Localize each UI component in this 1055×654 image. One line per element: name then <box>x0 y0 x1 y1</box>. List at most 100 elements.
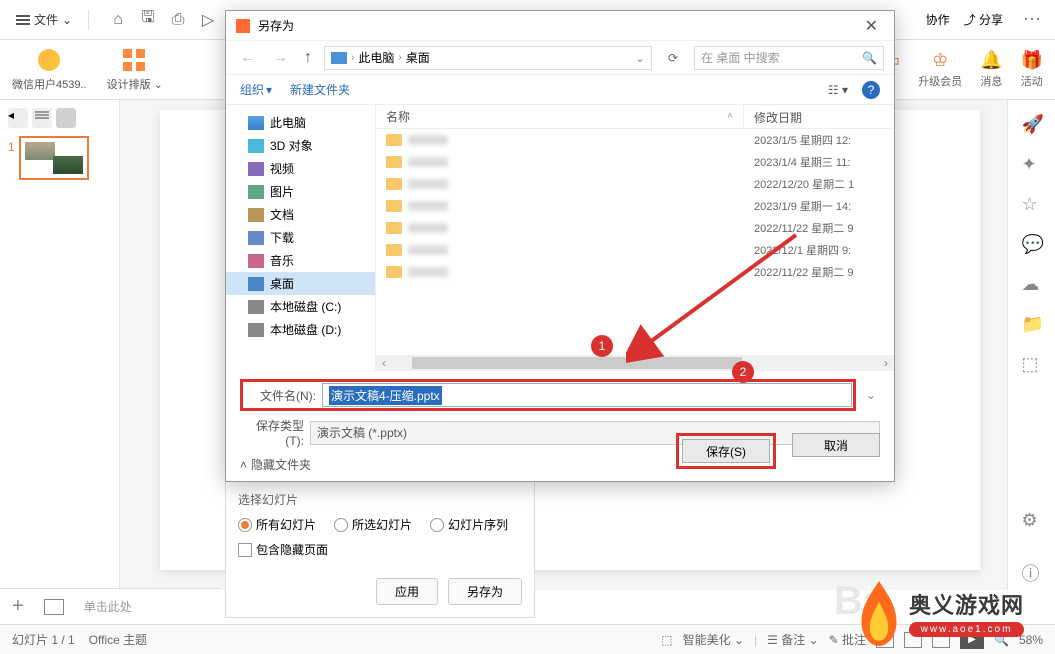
file-date: 2023/1/4 星期三 11: <box>744 154 894 170</box>
path-pc[interactable]: 此电脑 <box>358 49 394 66</box>
col-name-header[interactable]: 名称˄ <box>376 105 744 128</box>
marker-2: 2 <box>732 361 754 383</box>
logo-url: www.aoe1.com <box>909 622 1024 637</box>
close-button[interactable]: ✕ <box>859 16 884 36</box>
share-icon[interactable]: ⤴ 分享 <box>964 11 1003 28</box>
message-button[interactable]: 🔔消息 <box>980 50 1002 89</box>
file-list-panel: 名称˄ 修改日期 2023/1/5 星期四 12: 2023/1/4 星期三 11… <box>376 105 894 371</box>
view-mode-icon[interactable]: ☷ ▾ <box>828 83 848 97</box>
slide-sequence-radio[interactable]: 幻灯片序列 <box>430 516 508 533</box>
sparkle-icon[interactable]: ✦ <box>1022 154 1042 174</box>
horizontal-scrollbar[interactable]: ‹ › <box>376 355 894 371</box>
blurred-filename <box>408 223 448 233</box>
preview-icon[interactable]: ▷ <box>199 11 217 29</box>
path-dropdown-icon[interactable]: ⌄ <box>635 51 645 65</box>
home-icon[interactable]: ⌂ <box>109 11 127 29</box>
search-icon: 🔍 <box>862 51 877 65</box>
filename-dropdown-icon[interactable]: ⌄ <box>862 388 880 402</box>
star-icon[interactable]: ☆ <box>1022 194 1042 214</box>
blurred-filename <box>408 135 448 145</box>
saveas-button[interactable]: 另存为 <box>448 578 522 605</box>
refresh-icon[interactable]: ⟳ <box>660 51 686 65</box>
outline-icon[interactable] <box>44 599 64 615</box>
right-toolbar: 协作 ⤴ 分享 ⋯ <box>926 9 1047 30</box>
blurred-filename <box>408 179 448 189</box>
file-menu[interactable]: 文件 ⌄ <box>8 7 80 32</box>
file-row[interactable]: 2022/12/1 星期四 9: <box>376 239 894 261</box>
more-icon[interactable]: ⋯ <box>1017 9 1047 30</box>
organize-menu[interactable]: 组织 ▾ <box>240 81 272 98</box>
list-view-btn[interactable] <box>32 108 52 128</box>
smart-beautify[interactable]: 智能美化 ⌄ <box>683 631 744 648</box>
cube-icon[interactable]: ⬚ <box>1022 354 1042 374</box>
app-icon <box>236 19 250 33</box>
selected-slides-radio[interactable]: 所选幻灯片 <box>334 516 412 533</box>
disk-icon <box>248 323 264 337</box>
forward-icon[interactable]: → <box>268 49 292 67</box>
tree-pc[interactable]: 此电脑 <box>226 111 375 134</box>
video-icon <box>248 162 264 176</box>
folder-icon[interactable]: 📁 <box>1022 314 1042 334</box>
hamburger-icon <box>16 15 30 25</box>
path-bar[interactable]: › 此电脑 › 桌面 ⌄ <box>324 46 652 70</box>
tree-pic[interactable]: 图片 <box>226 180 375 203</box>
file-date: 2023/1/5 星期四 12: <box>744 132 894 148</box>
scroll-right-icon[interactable]: › <box>878 356 894 370</box>
slide-thumbnail <box>19 136 89 180</box>
file-list[interactable]: 2023/1/5 星期四 12: 2023/1/4 星期三 11: 2022/12/… <box>376 129 894 355</box>
file-row[interactable]: 2023/1/9 星期一 14: <box>376 195 894 217</box>
gift-icon: 🎁 <box>1021 50 1043 71</box>
add-slide-btn[interactable]: + <box>12 595 24 618</box>
file-row[interactable]: 2022/11/22 星期二 9 <box>376 261 894 283</box>
tree-download[interactable]: 下载 <box>226 226 375 249</box>
include-hidden-checkbox[interactable]: 包含隐藏页面 <box>238 541 328 558</box>
wechat-user[interactable]: 微信用户4539.. <box>12 48 87 92</box>
cube-status-icon[interactable]: ⬚ <box>661 633 672 647</box>
all-slides-radio[interactable]: 所有幻灯片 <box>238 516 316 533</box>
help-icon[interactable]: ? <box>862 81 880 99</box>
outline-view-btn[interactable]: ◂ <box>8 108 28 128</box>
design-icon <box>123 48 147 72</box>
file-row[interactable]: 2022/12/20 星期二 1 <box>376 173 894 195</box>
search-placeholder: 在 桌面 中搜索 <box>701 49 780 66</box>
back-icon[interactable]: ← <box>236 49 260 67</box>
scroll-thumb[interactable] <box>412 357 742 369</box>
settings-icon[interactable]: ⚙ <box>1022 510 1042 530</box>
chat-icon[interactable]: 💬 <box>1022 234 1042 254</box>
filename-field[interactable]: 演示文稿4-压缩.pptx <box>322 383 852 407</box>
tree-desktop[interactable]: 桌面 <box>226 272 375 295</box>
slide-thumb-1[interactable]: 1 <box>8 136 111 180</box>
search-input[interactable]: 在 桌面 中搜索 🔍 <box>694 46 884 70</box>
dialog-toolbar: 组织 ▾ 新建文件夹 ☷ ▾ ? <box>226 75 894 105</box>
upgrade-button[interactable]: ♔升级会员 <box>918 50 962 89</box>
file-row[interactable]: 2022/11/22 星期二 9 <box>376 217 894 239</box>
tree-diskd[interactable]: 本地磁盘 (D:) <box>226 318 375 341</box>
pc-icon <box>331 52 347 64</box>
save-button[interactable]: 保存(S) <box>682 439 770 463</box>
scroll-left-icon[interactable]: ‹ <box>376 356 392 370</box>
path-desktop[interactable]: 桌面 <box>406 49 430 66</box>
tree-diskc[interactable]: 本地磁盘 (C:) <box>226 295 375 318</box>
cloud-icon[interactable]: ☁ <box>1022 274 1042 294</box>
save-icon[interactable]: 🖫 <box>139 11 157 29</box>
thumb-view-btn[interactable] <box>56 108 76 128</box>
remarks-btn[interactable]: ☰ 备注 ⌄ <box>767 631 819 648</box>
rocket-icon[interactable]: 🚀 <box>1022 114 1042 134</box>
activity-button[interactable]: 🎁活动 <box>1021 50 1043 89</box>
dialog-titlebar: 另存为 ✕ <box>226 11 894 41</box>
coop-label[interactable]: 协作 <box>926 11 950 28</box>
tree-music[interactable]: 音乐 <box>226 249 375 272</box>
print-icon[interactable]: ⎙ <box>169 11 187 29</box>
design-layout[interactable]: 设计排版 ⌄ <box>107 48 163 92</box>
cancel-button[interactable]: 取消 <box>792 433 880 457</box>
radio-on-icon <box>238 518 252 532</box>
tree-3d[interactable]: 3D 对象 <box>226 134 375 157</box>
col-date-header[interactable]: 修改日期 <box>744 105 894 128</box>
file-row[interactable]: 2023/1/4 星期三 11: <box>376 151 894 173</box>
up-icon[interactable]: ↑ <box>300 49 316 67</box>
tree-doc[interactable]: 文档 <box>226 203 375 226</box>
new-folder-btn[interactable]: 新建文件夹 <box>290 81 350 98</box>
file-row[interactable]: 2023/1/5 星期四 12: <box>376 129 894 151</box>
apply-button[interactable]: 应用 <box>376 578 438 605</box>
tree-video[interactable]: 视频 <box>226 157 375 180</box>
